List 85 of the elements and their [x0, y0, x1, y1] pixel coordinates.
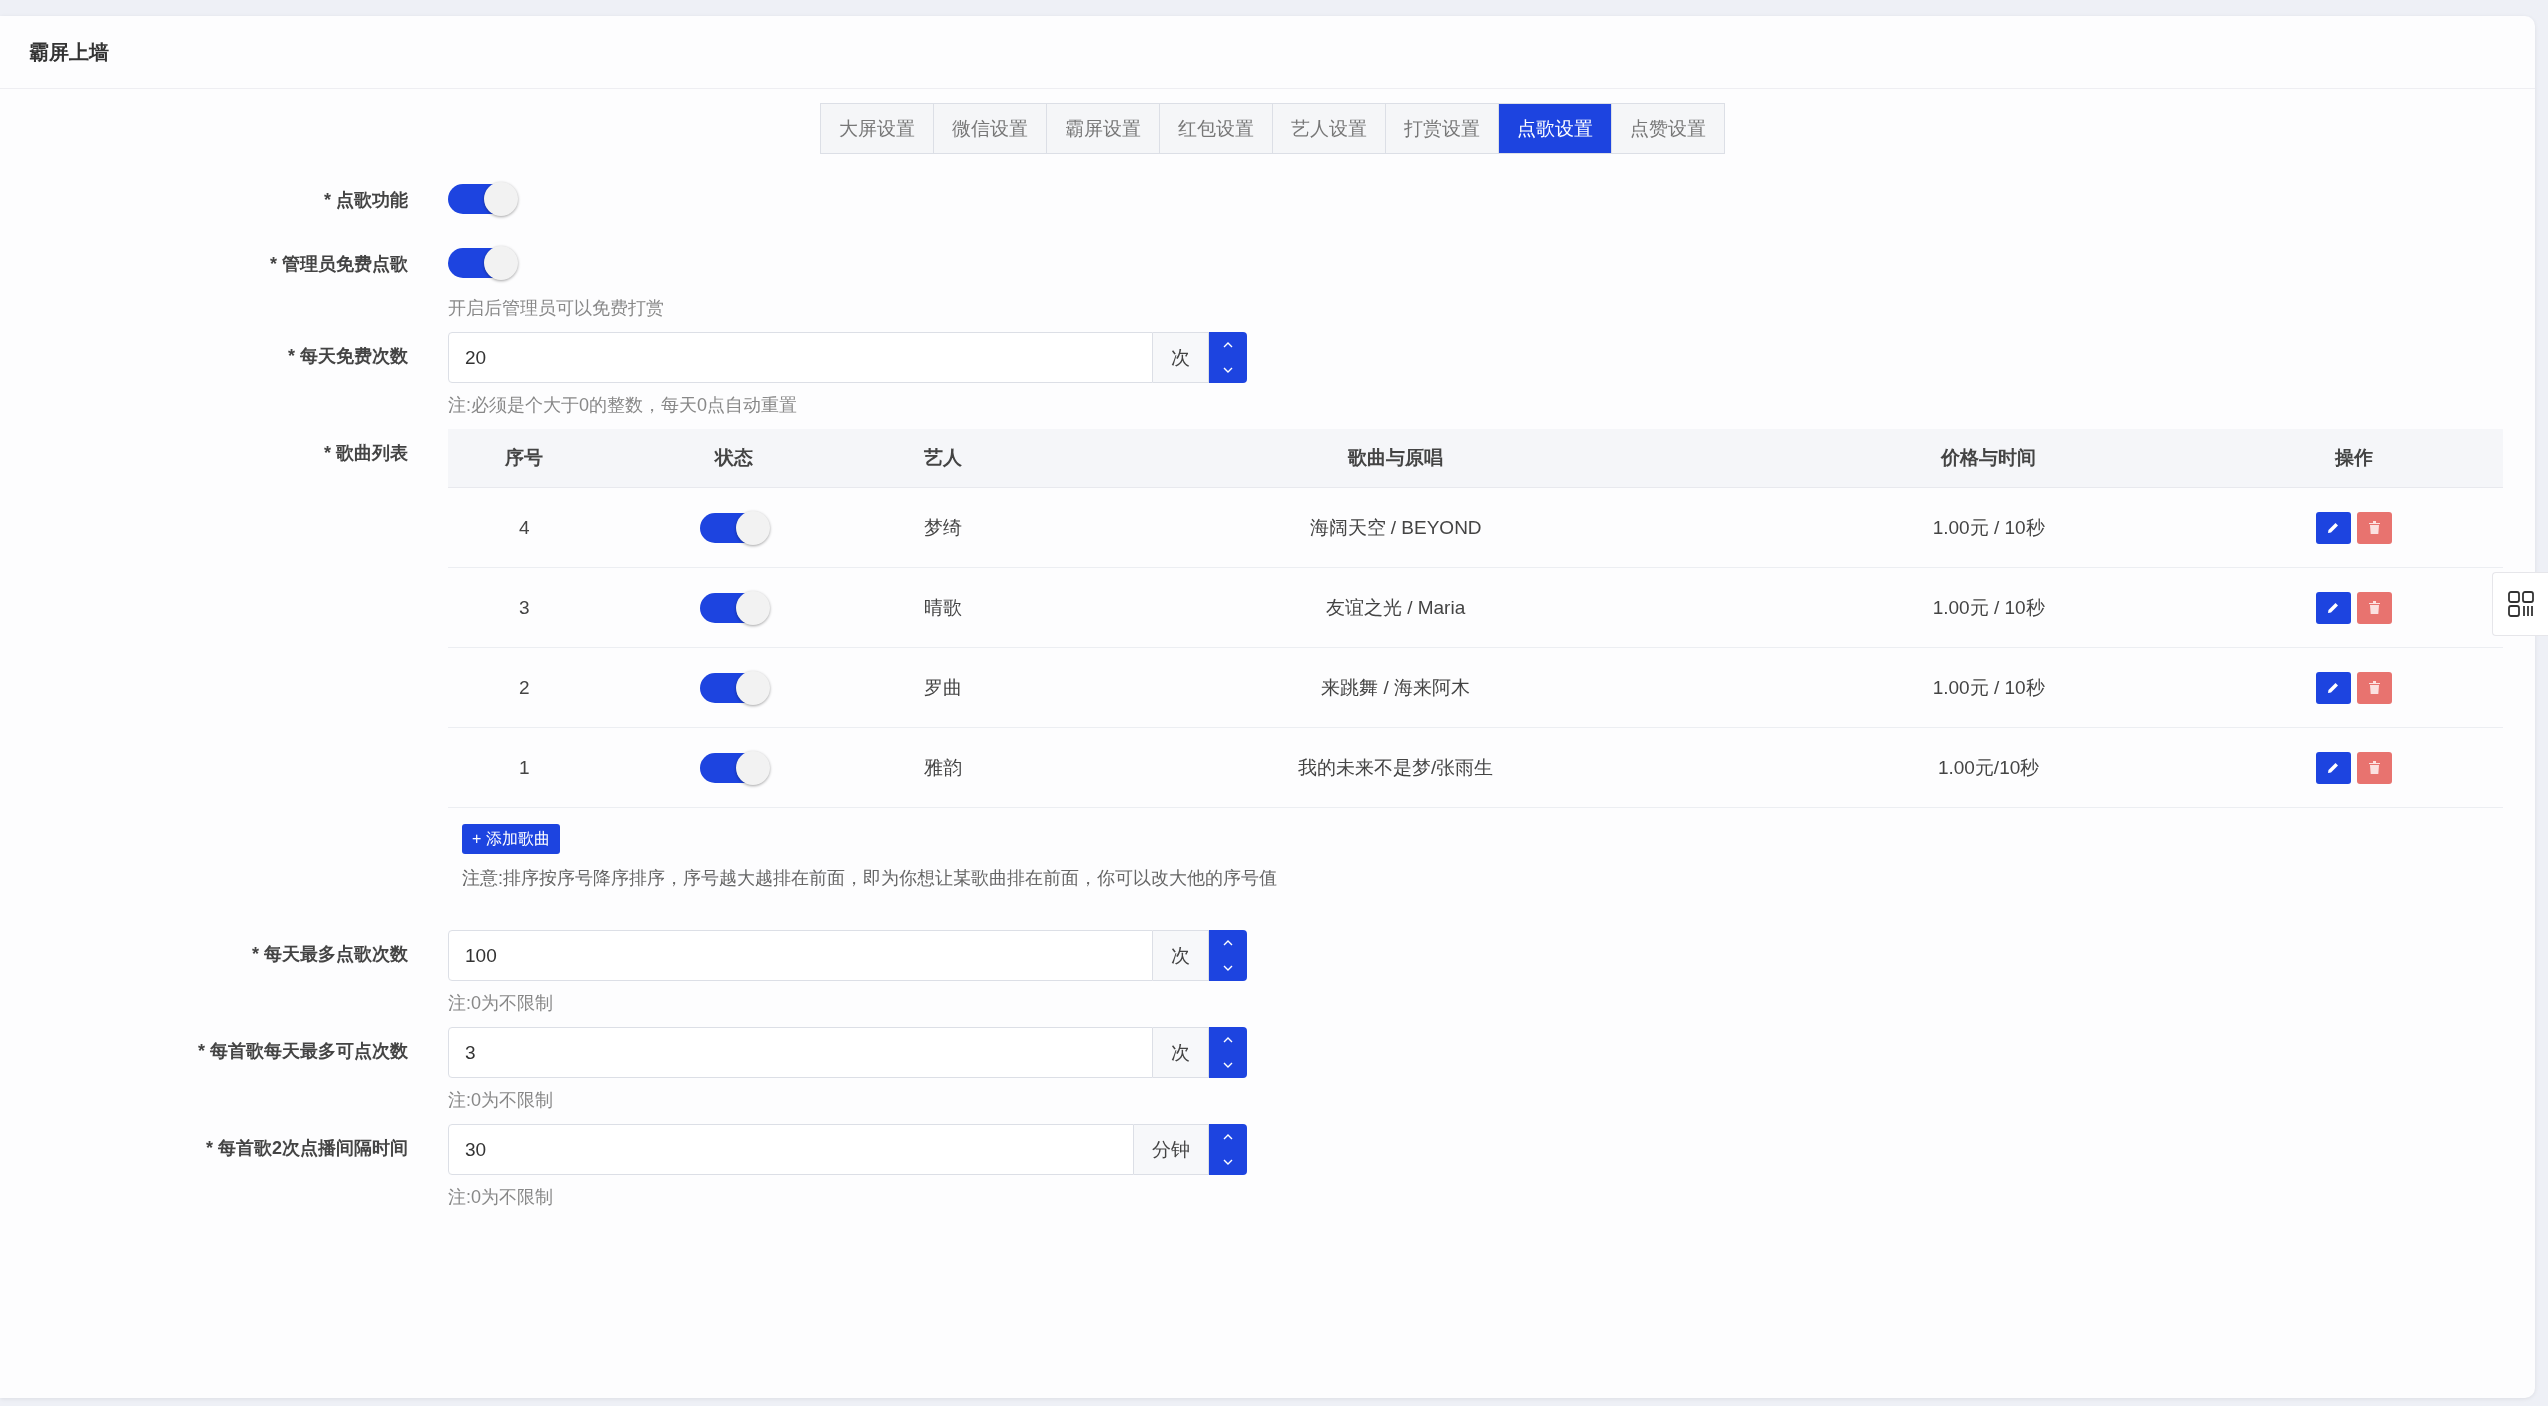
- chevron-down-icon: [1223, 965, 1233, 972]
- table-cell: 我的未来不是梦/张雨生: [1297, 756, 1494, 778]
- table-cell: 3: [518, 596, 530, 618]
- hint-text: 注:必须是个大于0的整数，每天0点自动重置: [448, 394, 798, 417]
- unit-label: 次: [1153, 332, 1209, 383]
- table-cell: 海阔天空 / BEYOND: [1309, 516, 1482, 538]
- field-label: * 每天最多点歌次数: [251, 943, 408, 966]
- settings-tab[interactable]: 微信设置: [932, 103, 1047, 154]
- page-title: 霸屏上墙: [29, 39, 109, 65]
- table-cell: 1.00元 / 10秒: [1932, 676, 2045, 698]
- settings-tab[interactable]: 霸屏设置: [1045, 103, 1160, 154]
- hint-text: 开启后管理员可以免费打赏: [448, 297, 664, 320]
- pencil-icon: [2327, 601, 2341, 614]
- column-header: 操作: [2205, 429, 2503, 488]
- number-input[interactable]: 100: [448, 930, 1153, 981]
- pencil-icon: [2327, 681, 2341, 694]
- delete-button[interactable]: [2357, 511, 2393, 544]
- table-cell: 4: [518, 516, 530, 538]
- chevron-down-icon: [1223, 367, 1233, 374]
- hint-text: 注意:排序按序号降序排序，序号越大越排在前面，即为你想让某歌曲排在前面，你可以改大他的序号值: [462, 867, 1277, 890]
- table-cell: 罗曲: [924, 676, 963, 698]
- settings-tab[interactable]: 大屏设置: [819, 103, 934, 154]
- settings-tab[interactable]: 点赞设置: [1610, 103, 1725, 154]
- delete-button[interactable]: [2357, 751, 2393, 784]
- pencil-icon: [2327, 761, 2341, 774]
- table-cell: 1.00元 / 10秒: [1932, 596, 2045, 618]
- column-header: 艺人: [867, 429, 1020, 488]
- field-label: * 点歌功能: [323, 189, 408, 212]
- chevron-up-icon: [1223, 1036, 1233, 1043]
- field-label: * 管理员免费点歌: [269, 253, 408, 276]
- number-input[interactable]: 20: [448, 332, 1153, 383]
- hint-text: 注:0为不限制: [448, 992, 553, 1015]
- unit-label: 次: [1153, 930, 1209, 981]
- grid-menu-button[interactable]: [2492, 572, 2548, 636]
- table-cell: 友谊之光 / Maria: [1325, 596, 1466, 618]
- hint-text: 注:0为不限制: [448, 1089, 553, 1112]
- toggle-switch[interactable]: [699, 592, 768, 623]
- column-header: 歌曲与原唱: [1019, 429, 1772, 488]
- table-cell: 雅韵: [924, 756, 963, 778]
- trash-icon: [2369, 601, 2381, 614]
- column-header: 状态: [600, 429, 868, 488]
- settings-tab[interactable]: 打赏设置: [1384, 103, 1499, 154]
- table-cell: 1.00元 / 10秒: [1932, 516, 2045, 538]
- settings-tab[interactable]: 红包设置: [1158, 103, 1273, 154]
- chevron-down-icon: [1223, 1062, 1233, 1069]
- number-input[interactable]: 3: [448, 1027, 1153, 1078]
- chevron-up-icon: [1223, 939, 1233, 946]
- chevron-up-icon: [1223, 341, 1233, 348]
- trash-icon: [2369, 681, 2381, 694]
- table-cell: 2: [518, 676, 530, 698]
- hint-text: 注:0为不限制: [448, 1186, 553, 1209]
- field-label: * 每首歌2次点播间隔时间: [204, 1137, 408, 1160]
- pencil-icon: [2327, 521, 2341, 534]
- unit-label: 分钟: [1134, 1124, 1209, 1175]
- field-label: * 每首歌每天最多可点次数: [197, 1040, 408, 1063]
- table-cell: 1.00元/10秒: [1937, 756, 2040, 778]
- table-cell: 晴歌: [924, 596, 963, 618]
- number-input[interactable]: 30: [448, 1124, 1134, 1175]
- toggle-switch[interactable]: [699, 512, 768, 543]
- table-cell: 1: [518, 756, 530, 778]
- trash-icon: [2369, 761, 2381, 774]
- chevron-up-icon: [1223, 1133, 1233, 1140]
- settings-tab[interactable]: 艺人设置: [1271, 103, 1386, 154]
- edit-button[interactable]: [2316, 511, 2352, 544]
- column-header: 价格与时间: [1771, 429, 2206, 488]
- edit-button[interactable]: [2316, 671, 2352, 704]
- unit-label: 次: [1153, 1027, 1209, 1078]
- grid-icon: [2506, 590, 2535, 618]
- field-label: * 每天免费次数: [287, 345, 408, 368]
- edit-button[interactable]: [2316, 751, 2352, 784]
- settings-tab[interactable]: 点歌设置: [1497, 103, 1612, 154]
- toggle-switch[interactable]: [699, 672, 768, 703]
- toggle-switch[interactable]: [448, 184, 516, 214]
- delete-button[interactable]: [2357, 591, 2393, 624]
- column-header: 序号: [448, 429, 601, 488]
- table-cell: 梦绮: [924, 516, 963, 538]
- toggle-switch[interactable]: [448, 248, 516, 278]
- toggle-switch[interactable]: [699, 752, 768, 783]
- trash-icon: [2369, 521, 2381, 534]
- edit-button[interactable]: [2316, 591, 2352, 624]
- add-song-button[interactable]: + 添加歌曲: [462, 824, 560, 854]
- chevron-down-icon: [1223, 1159, 1233, 1166]
- delete-button[interactable]: [2357, 671, 2393, 704]
- table-cell: 来跳舞 / 海来阿木: [1321, 676, 1470, 698]
- field-label: * 歌曲列表: [323, 442, 408, 465]
